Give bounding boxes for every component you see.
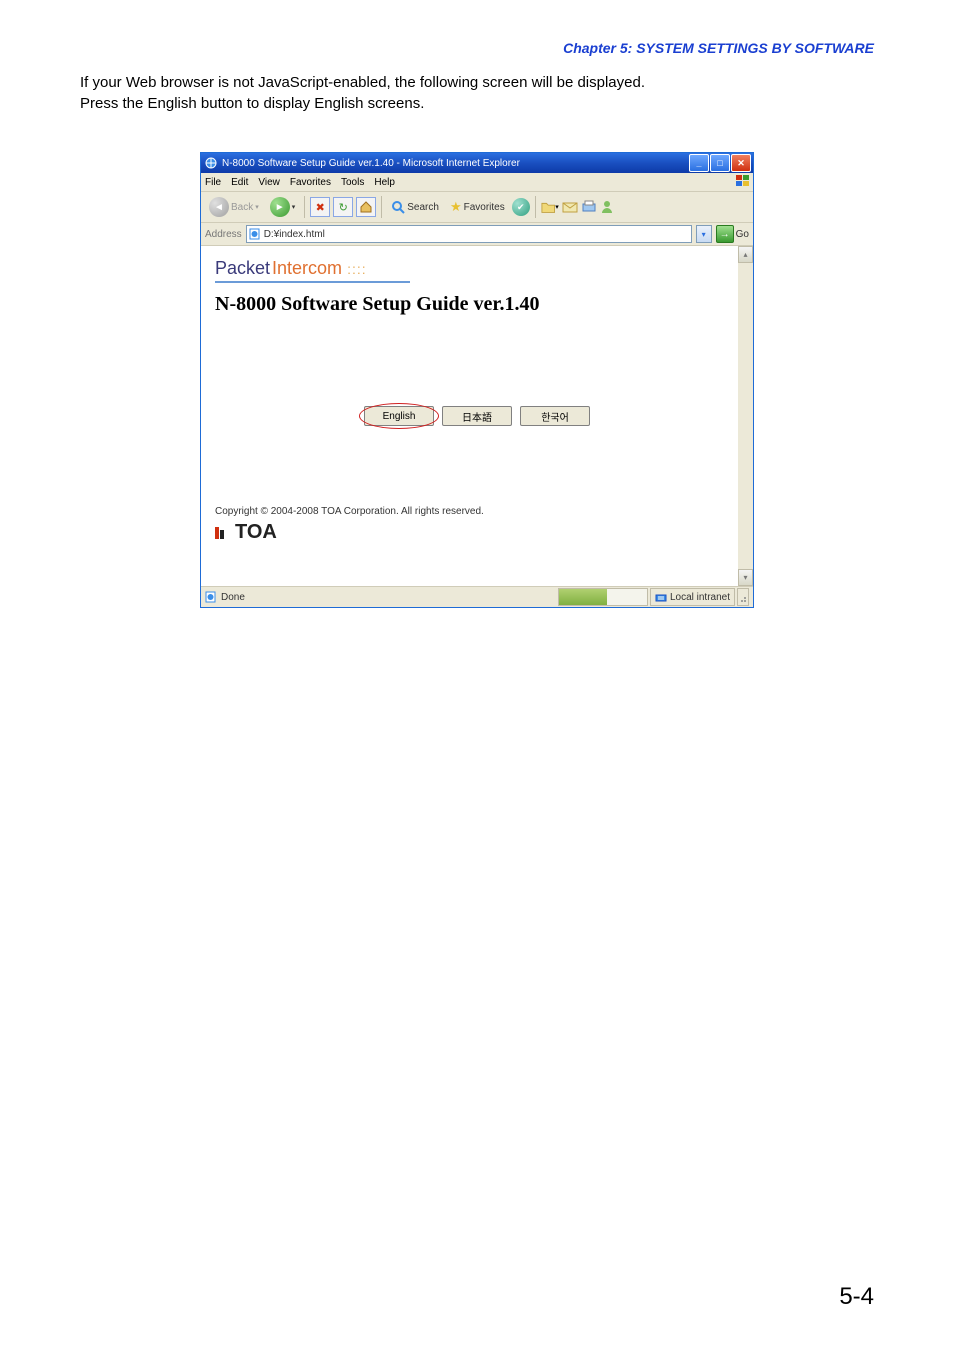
packet-intercom-logo: Packet Intercom :::: xyxy=(215,258,410,283)
korean-button[interactable]: 한국어 xyxy=(520,406,590,426)
zone-icon xyxy=(655,591,667,603)
menu-help[interactable]: Help xyxy=(374,177,395,188)
home-button[interactable] xyxy=(356,197,376,217)
address-bar: Address D:¥index.html ▾ → Go xyxy=(201,223,753,246)
folder-icon xyxy=(541,199,555,215)
toa-logo: TOA xyxy=(215,521,739,544)
status-text: Done xyxy=(221,592,245,603)
menu-view[interactable]: View xyxy=(258,177,280,188)
body-text-2: Press the English button to display Engl… xyxy=(80,95,874,112)
vertical-scrollbar[interactable]: ▴ ▾ xyxy=(738,246,753,586)
toolbar: ◄ Back ▾ ► ▾ ✖ ↻ xyxy=(201,192,753,223)
person-icon xyxy=(600,200,614,214)
address-input[interactable]: D:¥index.html xyxy=(246,225,692,243)
refresh-button[interactable]: ↻ xyxy=(333,197,353,217)
logo-intercom: Intercom xyxy=(272,258,342,279)
mail-icon xyxy=(562,200,578,214)
forward-button[interactable]: ► ▾ xyxy=(266,196,300,218)
media-button[interactable]: ✔ xyxy=(512,198,530,216)
logo-packet: Packet xyxy=(215,258,270,279)
menubar: File Edit View Favorites Tools Help xyxy=(201,173,753,192)
language-buttons: English 日本語 한국어 xyxy=(215,406,739,426)
forward-icon: ► xyxy=(270,197,290,217)
go-icon: → xyxy=(716,225,734,243)
page-icon xyxy=(249,228,261,240)
japanese-button[interactable]: 日本語 xyxy=(442,406,512,426)
scroll-down-button[interactable]: ▾ xyxy=(738,569,753,586)
messenger-button[interactable] xyxy=(600,200,614,214)
search-button[interactable]: Search xyxy=(387,196,443,218)
go-button[interactable]: → Go xyxy=(716,225,749,243)
window-titlebar: N-8000 Software Setup Guide ver.1.40 - M… xyxy=(201,153,753,173)
maximize-button[interactable]: □ xyxy=(710,154,730,172)
english-button[interactable]: English xyxy=(364,406,434,426)
favorites-button[interactable]: ★ Favorites xyxy=(446,196,509,218)
back-button[interactable]: ◄ Back ▾ xyxy=(205,196,263,218)
menu-favorites[interactable]: Favorites xyxy=(290,177,331,188)
copyright-text: Copyright © 2004-2008 TOA Corporation. A… xyxy=(215,506,739,517)
chapter-heading: Chapter 5: SYSTEM SETTINGS BY SOFTWARE xyxy=(80,40,874,56)
window-title: N-8000 Software Setup Guide ver.1.40 - M… xyxy=(222,158,689,169)
logo-dots: :::: xyxy=(347,261,367,277)
windows-flag-icon xyxy=(735,174,751,188)
minimize-button[interactable]: _ xyxy=(689,154,709,172)
back-icon: ◄ xyxy=(209,197,229,217)
address-label: Address xyxy=(205,229,242,240)
guide-title: N-8000 Software Setup Guide ver.1.40 xyxy=(215,293,739,316)
scroll-up-button[interactable]: ▴ xyxy=(738,246,753,263)
browser-content: Packet Intercom :::: N-8000 Software Set… xyxy=(201,246,753,586)
search-icon xyxy=(391,200,405,214)
stop-button[interactable]: ✖ xyxy=(310,197,330,217)
star-icon: ★ xyxy=(450,199,462,215)
body-text-1: If your Web browser is not JavaScript-en… xyxy=(80,74,874,91)
status-page-icon xyxy=(205,591,217,603)
status-zone: Local intranet xyxy=(650,588,735,606)
status-grip xyxy=(737,588,749,606)
print-button[interactable] xyxy=(581,200,597,214)
mail-button[interactable] xyxy=(562,200,578,214)
status-progress xyxy=(558,588,648,606)
close-button[interactable]: ✕ xyxy=(731,154,751,172)
home-icon xyxy=(359,200,373,214)
menu-tools[interactable]: Tools xyxy=(341,177,364,188)
browser-screenshot: N-8000 Software Setup Guide ver.1.40 - M… xyxy=(200,152,754,608)
address-dropdown[interactable]: ▾ xyxy=(696,225,712,243)
ie-icon xyxy=(204,156,218,170)
toa-mark-icon xyxy=(215,525,231,541)
menu-edit[interactable]: Edit xyxy=(231,177,248,188)
history-button[interactable]: ▾ xyxy=(541,198,559,216)
statusbar: Done Local intranet xyxy=(201,586,753,607)
print-icon xyxy=(581,200,597,214)
menu-file[interactable]: File xyxy=(205,177,221,188)
page-number: 5-4 xyxy=(839,1283,874,1311)
